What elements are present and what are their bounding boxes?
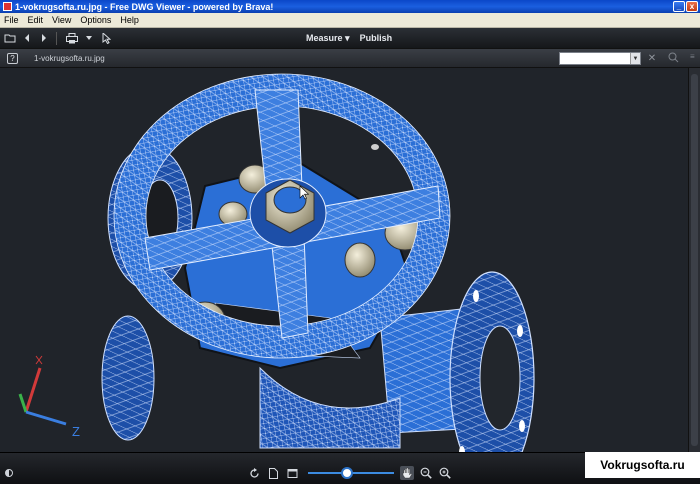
menu-view[interactable]: View [48,15,76,25]
menu-help[interactable]: Help [116,15,144,25]
pan-hand-icon[interactable] [400,466,414,480]
hub-nut [249,178,327,248]
menu-file[interactable]: File [0,15,24,25]
menu-edit[interactable]: Edit [24,15,49,25]
zoom-in-icon[interactable] [438,466,452,480]
folder-icon[interactable] [3,31,17,45]
close-button[interactable]: x [686,1,698,12]
display-mode-icon[interactable] [5,469,13,477]
more-options-icon[interactable]: ≡ [690,52,698,64]
close-icon[interactable]: ✕ [646,52,658,64]
toolbar-divider [56,31,57,45]
document-filename[interactable]: 1-vokrugsofta.ru.jpg [34,54,105,63]
zoom-icon[interactable] [419,466,433,480]
watermark: Vokrugsofta.ru [585,452,700,478]
back-arrow-icon[interactable] [20,31,34,45]
lower-left-flange [101,315,155,441]
view-tools [247,465,457,481]
measure-button[interactable]: Measure ▾ [306,33,350,44]
axis-z-label: Z [72,424,80,439]
main-toolbar: Measure ▾ Publish [0,28,700,48]
help-button[interactable]: ? [7,52,18,64]
search-input[interactable]: ▼ [559,52,641,65]
toolbar-center: Measure ▾ Publish [306,28,392,48]
window-title: 1-vokrugsofta.ru.jpg - Free DWG Viewer -… [15,1,274,12]
rotate-icon[interactable] [247,466,261,480]
zoom-slider-knob[interactable] [341,467,353,479]
zoom-slider[interactable] [308,466,394,480]
vertical-scrollbar[interactable] [688,68,700,452]
forward-arrow-icon[interactable] [37,31,51,45]
drawing-viewport[interactable]: X Z [0,68,688,452]
measure-dropdown-icon: ▾ [345,32,350,43]
pointer-icon[interactable] [99,31,113,45]
document-icon[interactable] [266,466,280,480]
valve-body-bottom [259,366,401,449]
search-dropdown-icon[interactable]: ▼ [630,53,640,64]
menu-options[interactable]: Options [76,15,116,25]
dwg-viewer-window: 1-vokrugsofta.ru.jpg - Free DWG Viewer -… [0,0,700,484]
page-icon[interactable] [285,466,299,480]
title-bar: 1-vokrugsofta.ru.jpg - Free DWG Viewer -… [0,0,700,13]
axis-triad [18,355,67,426]
search-icon[interactable] [668,52,682,64]
valve-model-drawing [18,73,535,452]
publish-button[interactable]: Publish [360,33,393,43]
window-controls: _ x [673,1,698,12]
menu-bar: File Edit View Options Help [0,13,700,28]
scrollbar-thumb[interactable] [691,74,698,446]
chevron-down-icon[interactable] [82,31,96,45]
measure-label: Measure [306,32,343,43]
print-icon[interactable] [65,31,79,45]
right-flange [449,271,535,452]
minimize-button[interactable]: _ [673,1,685,12]
document-tab-strip: ? 1-vokrugsofta.ru.jpg ▼ ✕ ≡ [0,48,700,68]
app-icon [3,2,12,11]
